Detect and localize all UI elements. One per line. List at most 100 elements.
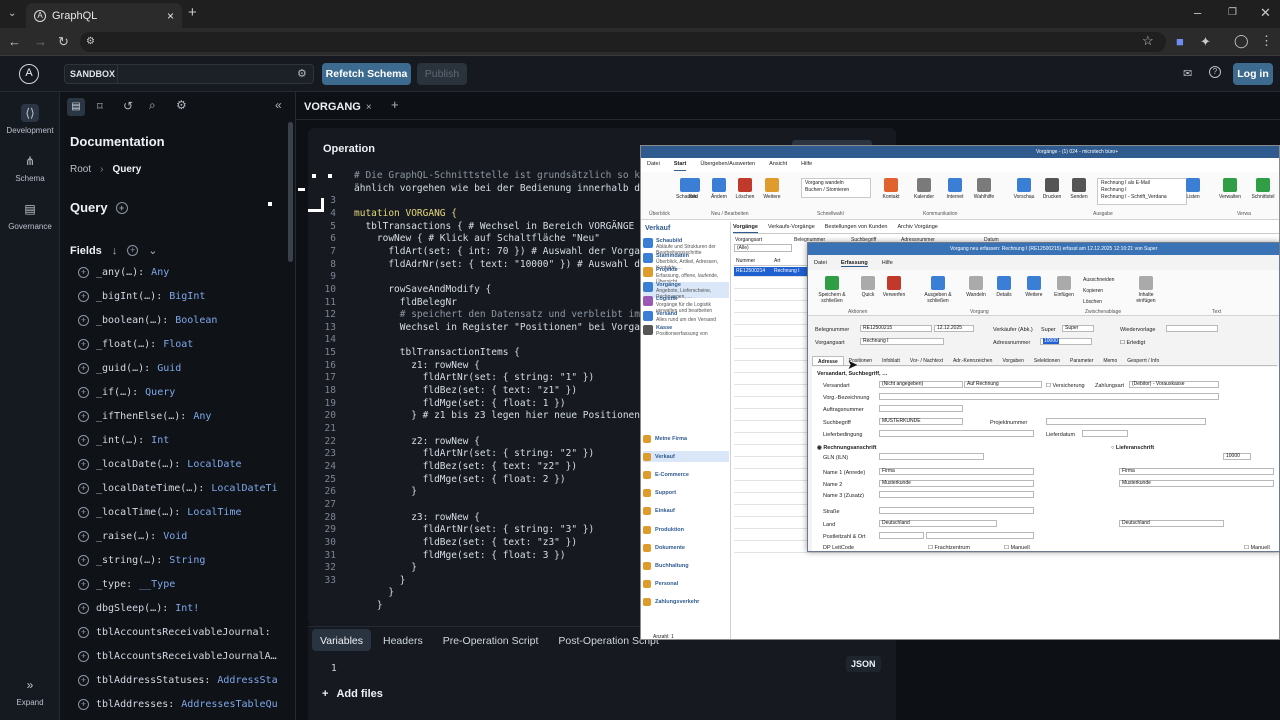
lieferanschrift-adressnummer[interactable]: 10000: [1223, 453, 1251, 460]
add-field-icon[interactable]: +: [78, 530, 89, 542]
col-art[interactable]: Art: [772, 258, 780, 265]
add-field-icon[interactable]: +: [78, 698, 89, 710]
nav-group[interactable]: Dokumente: [643, 542, 729, 553]
site-info-icon[interactable]: ⚙: [86, 35, 95, 49]
add-field-icon[interactable]: +: [78, 650, 89, 662]
add-field-icon[interactable]: +: [78, 458, 89, 470]
ort-field[interactable]: [926, 532, 1034, 539]
dialog-tab[interactable]: Adr.-Kennzeichen: [948, 356, 997, 365]
nav-group[interactable]: Support: [643, 488, 729, 499]
add-field-icon[interactable]: +: [78, 554, 89, 566]
forward-icon[interactable]: →: [34, 35, 47, 49]
land-lieferung-select[interactable]: Deutschland: [1119, 520, 1224, 527]
dialog-tab[interactable]: Vor- / Nachtext: [905, 356, 948, 365]
ribbon-list-item[interactable]: Rechnung I als E-Mail: [1101, 180, 1183, 187]
field-row[interactable]: + _localDateTime(…): LocalDateTi…: [78, 478, 278, 498]
add-field-icon[interactable]: +: [78, 266, 89, 278]
add-field-icon[interactable]: +: [78, 674, 89, 686]
publish-button[interactable]: Publish: [417, 63, 467, 85]
docs-tab-icon[interactable]: ▤: [67, 98, 85, 116]
dialog-tab[interactable]: Memo: [1098, 356, 1122, 365]
sort-icon[interactable]: ↓: [112, 245, 118, 257]
field-type[interactable]: LocalDate: [187, 459, 241, 470]
add-field-icon[interactable]: +: [78, 338, 89, 350]
field-type[interactable]: __Type: [139, 579, 175, 590]
list-tab[interactable]: Verkaufs-Vorgänge: [768, 224, 815, 233]
field-row[interactable]: + tblAddresses: AddressesTableQu…: [78, 694, 278, 714]
add-field-icon[interactable]: +: [78, 410, 89, 422]
wiedervorlage-field[interactable]: [1166, 325, 1218, 332]
delete-item[interactable]: Löschen: [1083, 297, 1114, 308]
field-type[interactable]: Any: [193, 411, 211, 422]
strasse-field[interactable]: [879, 507, 1034, 514]
add-field-icon[interactable]: +: [78, 314, 89, 326]
add-field-icon[interactable]: +: [78, 506, 89, 518]
nav-item[interactable]: Kasse Positionserfassung von: [643, 325, 729, 341]
ribbon-list-item[interactable]: Rechnung I - Schrift_Verdana: [1101, 194, 1183, 201]
json-toggle-button[interactable]: JSON: [846, 656, 881, 672]
dialog-ribbon-button[interactable]: Ausgeben & schließen: [922, 276, 954, 304]
settings-gear-icon[interactable]: ⚙: [297, 67, 307, 80]
ribbon-button[interactable]: Kalender: [909, 178, 939, 200]
fields-chevron-down-icon[interactable]: ⌄: [148, 244, 157, 257]
back-icon[interactable]: ←: [8, 35, 21, 49]
field-type[interactable]: String: [169, 555, 205, 566]
dialog-ribbon-button[interactable]: Inhalte einfügen: [1130, 276, 1162, 304]
nav-group[interactable]: Zahlungsverkehr: [643, 597, 729, 608]
docs-scrollbar[interactable]: [288, 122, 293, 262]
add-field-icon[interactable]: +: [78, 386, 89, 398]
tab-search-icon[interactable]: ⌄: [8, 7, 16, 21]
rail-expand[interactable]: » Expand: [0, 676, 60, 707]
ribbon-list-item[interactable]: Rechnung I: [1101, 187, 1183, 194]
add-field-icon[interactable]: +: [78, 482, 89, 494]
field-type[interactable]: BigInt: [169, 291, 205, 302]
nav-group[interactable]: Produktion: [643, 524, 729, 535]
settings-icon[interactable]: ⚙: [176, 98, 187, 112]
dialog-ribbon-button[interactable]: Verwerfen: [878, 276, 910, 298]
help-icon[interactable]: ?: [1209, 66, 1221, 78]
refetch-schema-button[interactable]: Refetch Schema: [322, 63, 411, 85]
field-row[interactable]: + _ifThenElse(…): Any: [78, 406, 278, 426]
field-type[interactable]: AddressesTableQu…: [181, 699, 278, 710]
close-tab-icon[interactable]: ×: [167, 9, 174, 23]
field-type[interactable]: Any: [151, 267, 169, 278]
manuell-checkbox[interactable]: ☐ Manuell: [1004, 545, 1030, 551]
ribbon-button[interactable]: Schnittstel: [1248, 178, 1278, 200]
erledigt-checkbox[interactable]: ☐ Erledigt: [1120, 340, 1145, 346]
ribbon-button[interactable]: Löschen: [730, 178, 760, 200]
nav-group[interactable]: E-Commerce: [643, 469, 729, 480]
ribbon-button[interactable]: Senden: [1064, 178, 1094, 200]
cut-item[interactable]: Ausschneiden: [1083, 275, 1114, 286]
belegnr-field[interactable]: RE12500215: [860, 325, 932, 332]
dialog-tab[interactable]: Gesperrt / Info: [1122, 356, 1164, 365]
chrome-menu-icon[interactable]: ⋮: [1260, 34, 1273, 48]
rail-schema[interactable]: ⋔ Schema: [0, 152, 60, 183]
versicherung-checkbox[interactable]: ☐ Versicherung: [1046, 383, 1085, 389]
lieferbedingung-select[interactable]: [879, 430, 1034, 437]
list-tab[interactable]: Archiv Vorgänge: [897, 224, 937, 233]
minimize-icon[interactable]: –: [1194, 6, 1201, 20]
ribbon-button[interactable]: Vorschau: [1009, 178, 1039, 200]
search-icon[interactable]: ⌕: [149, 98, 156, 113]
dialog-menu-item[interactable]: Erfassung: [840, 260, 868, 267]
field-row[interactable]: + _boolean(…): Boolean: [78, 310, 278, 330]
extension-icon[interactable]: ■: [1176, 35, 1184, 49]
vorgangsart-select[interactable]: Rechnung I: [860, 338, 944, 345]
lieferanschrift-radio[interactable]: ○ Lieferanschrift: [1111, 445, 1154, 451]
ribbon-button[interactable]: Drucken: [1037, 178, 1067, 200]
reload-icon[interactable]: ↻: [58, 35, 69, 49]
ribbon-button[interactable]: Weitere: [757, 178, 787, 200]
name3-field[interactable]: [879, 491, 1034, 498]
field-type[interactable]: Guid: [157, 363, 181, 374]
nav-group[interactable]: Einkauf: [643, 506, 729, 517]
name1-field[interactable]: Firma: [879, 468, 1034, 475]
name2-field[interactable]: Musterkunde: [879, 480, 1034, 487]
dialog-tab[interactable]: Parameter: [1065, 356, 1098, 365]
list-tab[interactable]: Bestellungen von Kunden: [825, 224, 888, 233]
zahlungsart-select[interactable]: (Debitor) - Vorauskasse: [1129, 381, 1219, 388]
field-row[interactable]: + tblAccountsReceivableJournalA…: [78, 646, 278, 666]
dialog-ribbon-button[interactable]: Details: [988, 276, 1020, 298]
erp-menu-item[interactable]: Datei: [647, 161, 660, 171]
erp-menu-item[interactable]: Ansicht: [769, 161, 787, 171]
url-field[interactable]: [80, 32, 1166, 52]
